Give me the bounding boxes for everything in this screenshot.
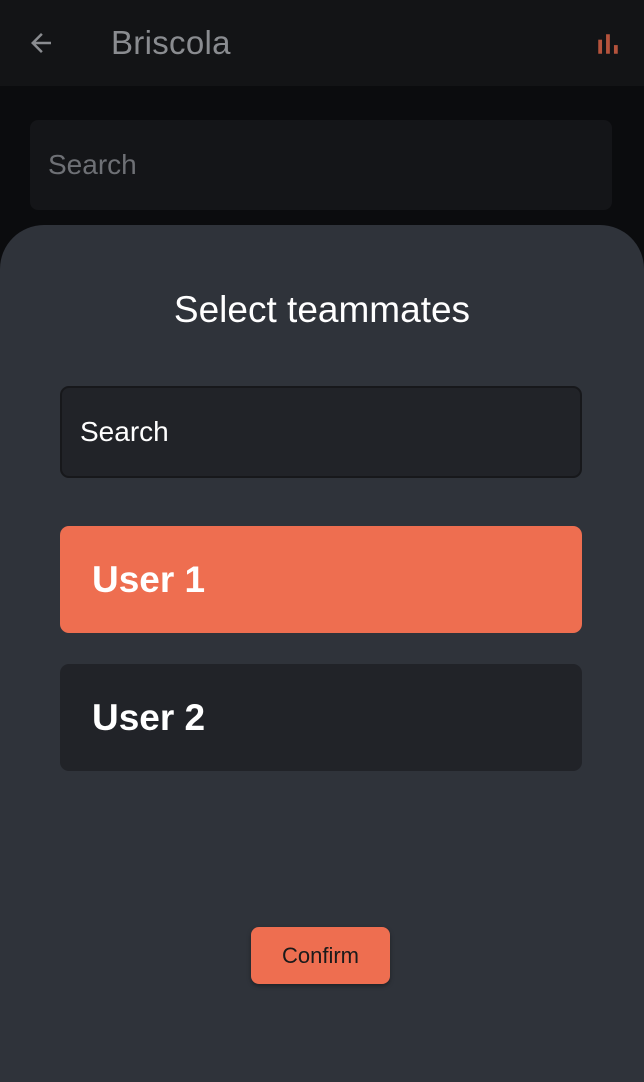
bar-chart-icon <box>598 34 618 54</box>
stats-button[interactable] <box>592 28 624 60</box>
app-title: Briscola <box>111 24 231 61</box>
teammate-search-placeholder: Search <box>80 416 169 447</box>
user-item-1[interactable]: User 1 <box>60 526 582 633</box>
background-search-placeholder: Search <box>48 149 137 180</box>
user-item-2[interactable]: User 2 <box>60 664 582 771</box>
select-teammates-sheet: Select teammates Search User 1 User 2 Co… <box>0 225 644 1082</box>
sheet-title: Select teammates <box>173 289 471 330</box>
screen: Briscola Search Select teammates Search … <box>0 0 644 1082</box>
user-item-label: User 2 <box>92 696 206 738</box>
background-search-input: Search <box>30 120 612 210</box>
confirm-button[interactable]: Confirm <box>251 927 390 984</box>
teammate-search-input[interactable]: Search <box>60 386 582 478</box>
back-button[interactable] <box>20 22 62 64</box>
user-item-label: User 1 <box>92 558 206 600</box>
app-bar: Briscola <box>0 0 644 86</box>
arrow-left-icon <box>31 33 51 53</box>
